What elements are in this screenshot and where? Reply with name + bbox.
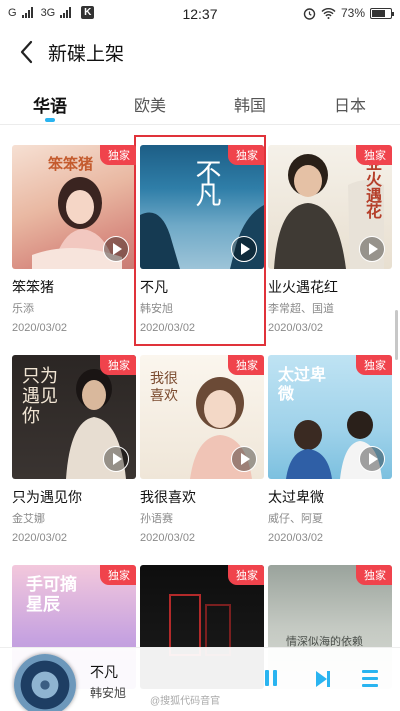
- album-artist: 金艾娜: [12, 513, 45, 525]
- play-icon[interactable]: [231, 236, 257, 262]
- cover-title-text: 我很喜欢: [150, 371, 178, 404]
- play-icon[interactable]: [359, 236, 385, 262]
- exclusive-badge: 独家: [356, 355, 392, 375]
- cover-title-text: 不凡: [191, 159, 221, 203]
- album-title: 太过卑微: [268, 489, 324, 505]
- cover-title-text: 情深似海的依赖: [286, 635, 363, 648]
- cover-title-text: 太过卑微: [278, 365, 327, 403]
- tab-label: 欧美: [133, 98, 166, 115]
- exclusive-badge: 独家: [228, 145, 264, 165]
- play-icon[interactable]: [359, 446, 385, 472]
- pause-button[interactable]: [263, 670, 279, 688]
- tab-chinese[interactable]: 华语: [0, 82, 100, 122]
- playlist-icon: [362, 670, 378, 673]
- battery-percent: 73%: [340, 6, 365, 20]
- album-card[interactable]: 只为遇见你 独家 只为遇见你 金艾娜 2020/03/02: [12, 355, 136, 548]
- album-date: 2020/03/02: [268, 532, 324, 544]
- album-cover: 我很喜欢 独家: [140, 355, 264, 479]
- tab-western[interactable]: 欧美: [100, 82, 200, 122]
- tab-label: 日本: [333, 98, 366, 115]
- album-artist: 孙语赛: [140, 513, 173, 525]
- album-cover: 业火遇花 独家: [268, 145, 392, 269]
- album-cover: 只为遇见你 独家: [12, 355, 136, 479]
- album-title: 只为遇见你: [12, 489, 82, 505]
- tab-active-indicator: [45, 118, 55, 122]
- back-button[interactable]: [6, 28, 46, 76]
- album-title: 笨笨猪: [12, 279, 54, 295]
- album-cover: 太过卑微 独家: [268, 355, 392, 479]
- chevron-left-icon: [20, 40, 33, 64]
- tab-label: 韩国: [233, 98, 266, 115]
- header: 新碟上架: [0, 28, 400, 76]
- exclusive-badge: 独家: [356, 145, 392, 165]
- cover-title-text: 手可摘星辰: [26, 575, 77, 615]
- exclusive-badge: 独家: [100, 355, 136, 375]
- exclusive-badge: 独家: [100, 145, 136, 165]
- watermark: @搜狐代码音官: [150, 696, 221, 707]
- exclusive-badge: 独家: [228, 565, 264, 585]
- tabs-divider: [0, 124, 400, 125]
- play-icon[interactable]: [231, 446, 257, 472]
- playlist-icon-bar: [362, 677, 378, 680]
- exclusive-badge: 独家: [228, 355, 264, 375]
- alarm-icon: [303, 7, 316, 20]
- mini-player[interactable]: 不凡 韩安旭 @搜狐代码音官: [0, 647, 400, 711]
- album-title: 我很喜欢: [140, 489, 196, 505]
- pause-icon: [265, 670, 269, 686]
- play-icon[interactable]: [103, 236, 129, 262]
- playlist-icon-bar: [362, 684, 378, 687]
- next-button[interactable]: [314, 670, 332, 688]
- album-date: 2020/03/02: [268, 322, 324, 334]
- next-icon: [316, 671, 330, 687]
- pause-icon-bar: [273, 670, 277, 686]
- status-bar: G 3G K 12:37 73%: [0, 0, 400, 28]
- play-icon[interactable]: [103, 446, 129, 472]
- album-date: 2020/03/02: [12, 322, 68, 334]
- page-title: 新碟上架: [48, 43, 125, 65]
- cover-title-text: 只为遇见你: [22, 366, 58, 427]
- exclusive-badge: 独家: [356, 565, 392, 585]
- status-right: 73%: [303, 6, 394, 20]
- album-date: 2020/03/02: [12, 532, 68, 544]
- album-card[interactable]: 太过卑微 独家 太过卑微 威仔、阿夏 2020/03/02: [268, 355, 392, 548]
- now-playing-disc[interactable]: [14, 654, 76, 711]
- album-card[interactable]: 业火遇花 独家 业火遇花红 李常超、国道 2020/03/02: [268, 145, 392, 338]
- album-artist: 乐添: [12, 303, 34, 315]
- tab-korean[interactable]: 韩国: [200, 82, 300, 122]
- wifi-icon: [321, 8, 336, 19]
- playlist-button[interactable]: [362, 670, 380, 688]
- album-artist: 威仔、阿夏: [268, 513, 323, 525]
- battery-icon: [370, 7, 394, 19]
- region-tabs: 华语 欧美 韩国 日本: [0, 82, 400, 122]
- tab-japanese[interactable]: 日本: [300, 82, 400, 122]
- album-date: 2020/03/02: [140, 532, 196, 544]
- now-playing-title: 不凡: [90, 664, 118, 680]
- album-card[interactable]: 我很喜欢 独家 我很喜欢 孙语赛 2020/03/02: [140, 355, 264, 548]
- tab-label: 华语: [33, 97, 67, 116]
- album-card[interactable]: 笨笨猪 独家 笨笨猪 乐添 2020/03/02: [12, 145, 136, 338]
- album-cover: 笨笨猪 独家: [12, 145, 136, 269]
- cover-title-text: 笨笨猪: [48, 155, 94, 173]
- scrollbar[interactable]: [395, 310, 398, 360]
- exclusive-badge: 独家: [100, 565, 136, 585]
- album-artist: 李常超、国道: [268, 303, 334, 315]
- album-title: 业火遇花红: [268, 279, 338, 295]
- now-playing-artist: 韩安旭: [90, 686, 127, 700]
